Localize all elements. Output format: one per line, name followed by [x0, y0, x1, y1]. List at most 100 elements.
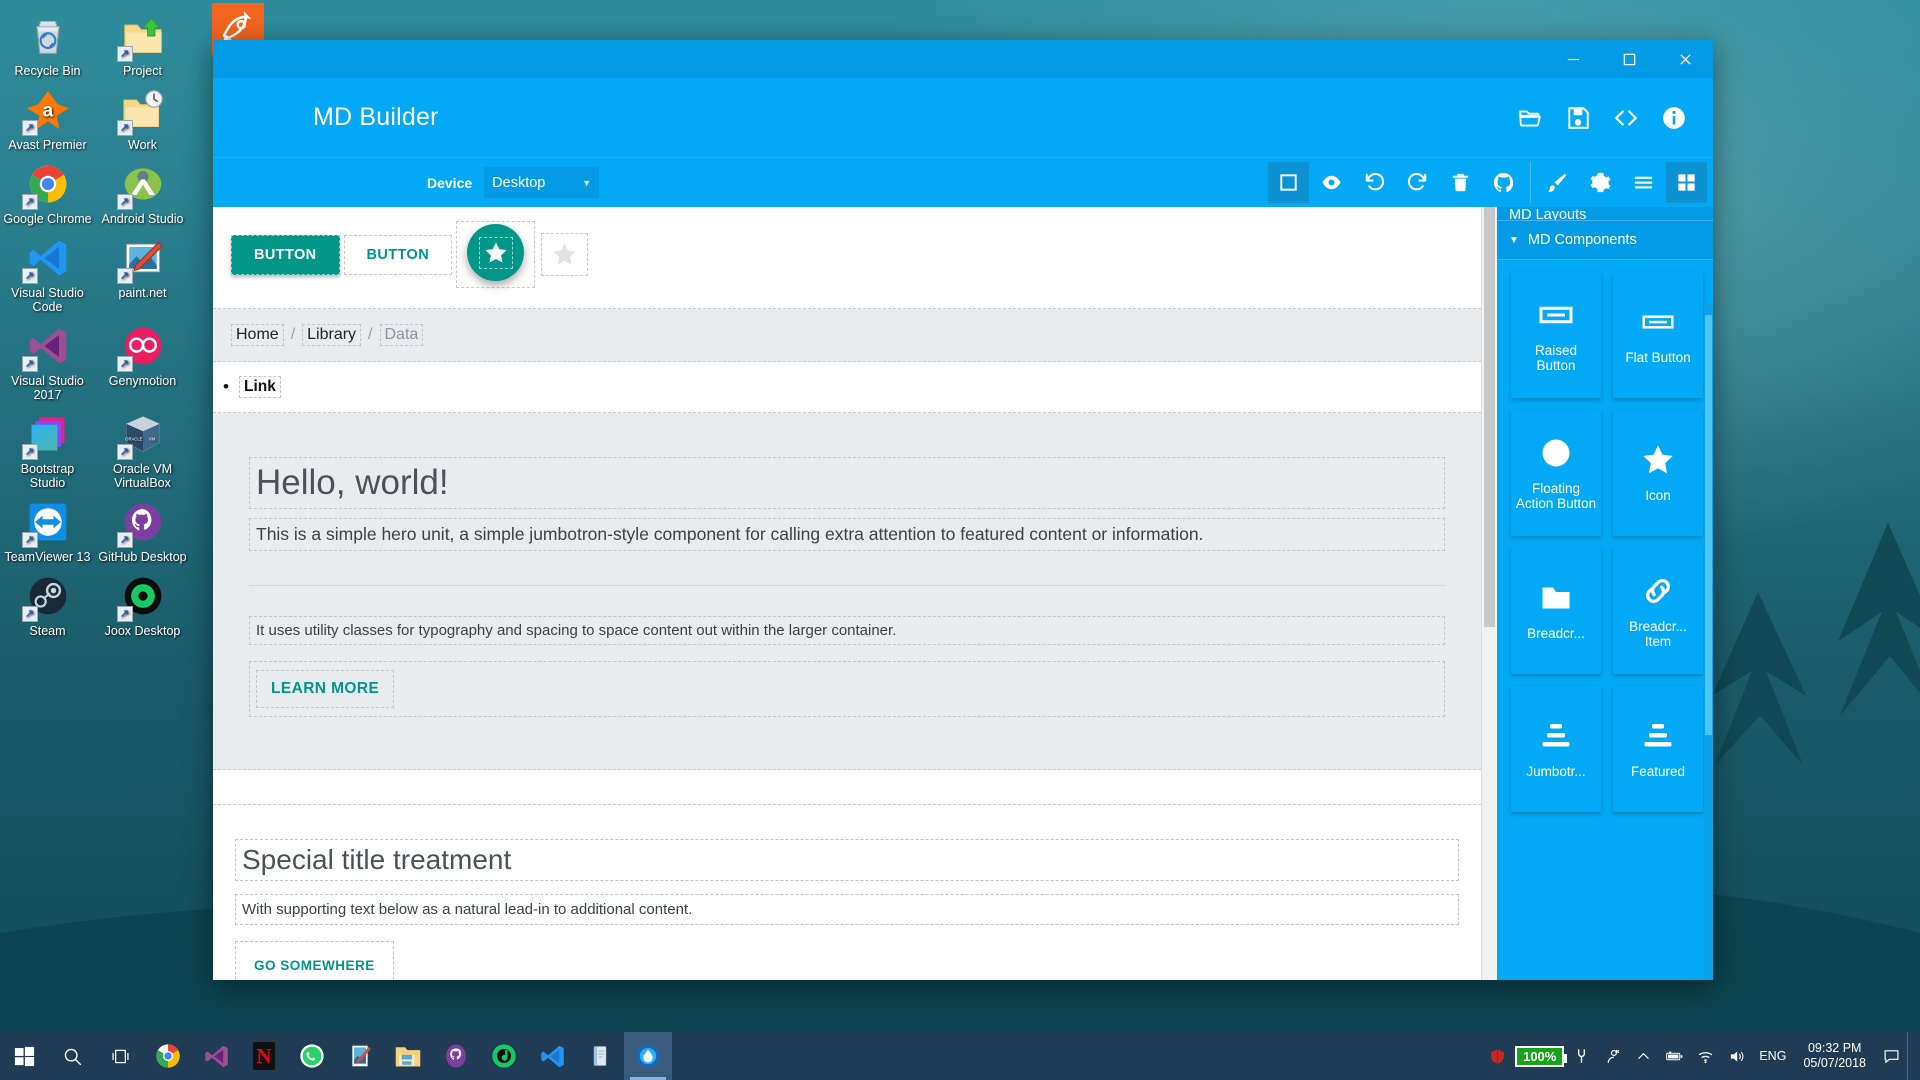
canvas-link-item[interactable]: Link: [239, 376, 281, 398]
component-tile-breadcrumb[interactable]: Breadcr...: [1511, 548, 1601, 674]
close-button[interactable]: [1657, 40, 1713, 78]
desktop-icon-label: Project: [97, 64, 188, 78]
desktop-icon-visual-studio-2017[interactable]: Visual Studio 2017: [0, 316, 95, 404]
hamburger-menu-icon[interactable]: [1623, 162, 1664, 203]
taskbar-file-explorer[interactable]: [384, 1032, 432, 1080]
code-icon[interactable]: [1613, 105, 1639, 131]
desktop-icon-row: TeamViewer 13 GitHub Desktop: [0, 492, 190, 566]
jumbotron-lead[interactable]: This is a simple hero unit, a simple jum…: [249, 518, 1445, 551]
breadcrumb-item-library[interactable]: Library: [302, 324, 361, 346]
canvas-scrollbar[interactable]: [1481, 207, 1497, 980]
sidebar-item-md-layouts[interactable]: MD Layouts: [1497, 207, 1713, 221]
clock[interactable]: 09:32 PM 05/07/2018: [1793, 1041, 1876, 1071]
sidebar-item-md-components[interactable]: ▼ MD Components: [1497, 221, 1713, 260]
device-select[interactable]: Desktop ▼: [484, 167, 599, 198]
desktop-icon-avast-premier[interactable]: a Avast Premier: [0, 80, 95, 154]
task-view-icon: [110, 1046, 131, 1067]
raised-button-icon: [1538, 297, 1574, 333]
taskbar-netflix[interactable]: N: [240, 1032, 288, 1080]
battery-icon[interactable]: [1659, 1032, 1690, 1080]
grid-panel-icon[interactable]: [1666, 162, 1707, 203]
featured-heading[interactable]: Special title treatment: [235, 839, 1459, 881]
taskbar-chrome[interactable]: [144, 1032, 192, 1080]
taskbar-github-desktop[interactable]: [432, 1032, 480, 1080]
desktop-icon-visual-studio-code[interactable]: Visual Studio Code: [0, 228, 95, 316]
desktop-icon-label: Android Studio: [97, 212, 188, 226]
desktop-icon-project[interactable]: Project: [95, 6, 190, 80]
taskbar-paintnet[interactable]: [336, 1032, 384, 1080]
redo-icon[interactable]: [1397, 162, 1438, 203]
canvas-standalone-icon[interactable]: [541, 233, 588, 276]
desktop-icon-virtualbox[interactable]: ORACLE VM Oracle VM VirtualBox: [95, 404, 190, 492]
taskbar-vscode[interactable]: [528, 1032, 576, 1080]
sidebar-scrollbar[interactable]: [1704, 303, 1713, 980]
desktop-icon-google-chrome[interactable]: Google Chrome: [0, 154, 95, 228]
wifi-icon[interactable]: [1690, 1032, 1721, 1080]
power-plug-icon[interactable]: [1566, 1032, 1597, 1080]
desktop-icon-joox-desktop[interactable]: Joox Desktop: [95, 566, 190, 640]
canvas-floating-action-button[interactable]: [467, 224, 524, 281]
save-icon[interactable]: [1565, 105, 1591, 131]
jumbotron-heading[interactable]: Hello, world!: [249, 457, 1445, 509]
breadcrumb-item-data[interactable]: Data: [380, 324, 424, 346]
desktop-icon-label: Google Chrome: [2, 212, 93, 226]
task-view-button[interactable]: [96, 1032, 144, 1080]
desktop-icon-bootstrap-studio[interactable]: Bootstrap Studio: [0, 404, 95, 492]
eye-preview-icon[interactable]: [1311, 162, 1352, 203]
learn-more-button[interactable]: LEARN MORE: [256, 670, 394, 708]
breadcrumb-item-home[interactable]: Home: [231, 324, 284, 346]
desktop-icon-steam[interactable]: Steam: [0, 566, 95, 640]
taskbar-joox[interactable]: [480, 1032, 528, 1080]
desktop-icon-recycle-bin[interactable]: Recycle Bin: [0, 6, 95, 80]
sidebar-scrollbar-thumb[interactable]: [1705, 315, 1712, 735]
show-desktop-button[interactable]: [1907, 1032, 1916, 1080]
featured-text[interactable]: With supporting text below as a natural …: [235, 894, 1459, 925]
canvas-flat-button[interactable]: BUTTON: [344, 235, 453, 275]
minimize-button[interactable]: [1545, 40, 1601, 78]
avast-shield-icon[interactable]: [1482, 1032, 1513, 1080]
trash-icon[interactable]: [1440, 162, 1481, 203]
github-icon[interactable]: [1483, 162, 1524, 203]
taskbar-whatsapp[interactable]: [288, 1032, 336, 1080]
window-titlebar[interactable]: [213, 40, 1713, 78]
gear-icon[interactable]: [1580, 162, 1621, 203]
maximize-button[interactable]: [1601, 40, 1657, 78]
select-box-icon[interactable]: [1268, 162, 1309, 203]
desktop-icon-github-desktop[interactable]: GitHub Desktop: [95, 492, 190, 566]
battery-percent-badge[interactable]: 100%: [1515, 1046, 1564, 1067]
open-folder-icon[interactable]: [1517, 105, 1543, 131]
component-tile-raised-button[interactable]: Raised Button: [1511, 272, 1601, 398]
component-tile-floating-action-button[interactable]: Floating Action Button: [1511, 410, 1601, 536]
action-center-icon[interactable]: [1876, 1032, 1907, 1080]
start-button[interactable]: [0, 1032, 48, 1080]
desktop-icon-teamviewer[interactable]: TeamViewer 13: [0, 492, 95, 566]
taskbar-visual-studio[interactable]: [192, 1032, 240, 1080]
go-somewhere-button[interactable]: GO SOMEWHERE: [242, 950, 387, 980]
notes-icon: [585, 1041, 615, 1071]
canvas-jumbotron[interactable]: Hello, world! This is a simple hero unit…: [213, 413, 1481, 770]
canvas-raised-button[interactable]: BUTTON: [231, 235, 340, 275]
desktop-icon-genymotion[interactable]: Genymotion: [95, 316, 190, 404]
info-icon[interactable]: [1661, 105, 1687, 131]
taskbar-notes[interactable]: [576, 1032, 624, 1080]
jumbotron-paragraph[interactable]: It uses utility classes for typography a…: [249, 616, 1445, 645]
people-icon[interactable]: [1597, 1032, 1628, 1080]
component-tile-flat-button[interactable]: Flat Button: [1613, 272, 1703, 398]
component-tile-icon[interactable]: Icon: [1613, 410, 1703, 536]
desktop-icon-work[interactable]: Work: [95, 80, 190, 154]
component-tile-featured[interactable]: Featured: [1613, 686, 1703, 812]
brush-icon[interactable]: [1537, 162, 1578, 203]
volume-icon[interactable]: [1721, 1032, 1752, 1080]
canvas-featured[interactable]: Special title treatment With supporting …: [213, 804, 1481, 980]
component-tile-jumbotron[interactable]: Jumbotr...: [1511, 686, 1601, 812]
undo-icon[interactable]: [1354, 162, 1395, 203]
design-canvas[interactable]: BUTTON BUTTON: [213, 207, 1481, 980]
tray-expand-chevron-icon[interactable]: [1628, 1032, 1659, 1080]
canvas-scrollbar-thumb[interactable]: [1484, 207, 1495, 627]
desktop-icon-android-studio[interactable]: Android Studio: [95, 154, 190, 228]
language-indicator[interactable]: ENG: [1752, 1032, 1793, 1080]
desktop-icon-paintnet[interactable]: paint.net: [95, 228, 190, 316]
taskbar-md-builder[interactable]: [624, 1032, 672, 1080]
component-tile-breadcrumb-item[interactable]: Breadcr... Item: [1613, 548, 1703, 674]
search-button[interactable]: [48, 1032, 96, 1080]
